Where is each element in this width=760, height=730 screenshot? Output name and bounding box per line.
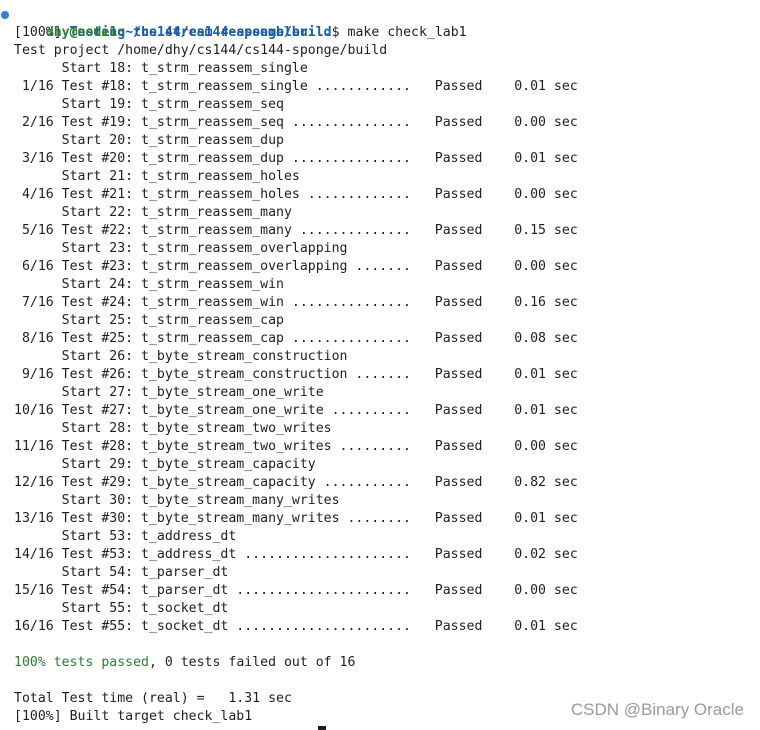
test-start-line: Start 22: t_strm_reassem_many	[14, 205, 292, 220]
test-result-line: 15/16 Test #54: t_parser_dt ............…	[14, 583, 578, 598]
prompt-separator: :	[117, 25, 126, 40]
test-start-line: Start 54: t_parser_dt	[14, 565, 229, 580]
test-start-line: Start 26: t_byte_stream_construction	[14, 349, 348, 364]
test-start-line: Start 28: t_byte_stream_two_writes	[14, 421, 332, 436]
test-start-line: Start 27: t_byte_stream_one_write	[14, 385, 324, 400]
test-start-line: Start 18: t_strm_reassem_single	[14, 61, 308, 76]
terminal-output: dhy@node1:~/cs144/cs144-sponge/build$ ma…	[1, 6, 760, 726]
prompt-dot-icon	[1, 11, 9, 19]
test-result-line: 4/16 Test #21: t_strm_reassem_holes ....…	[14, 187, 578, 202]
test-start-line: Start 25: t_strm_reassem_cap	[14, 313, 284, 328]
test-start-line: Start 55: t_socket_dt	[14, 601, 229, 616]
test-result-line: 6/16 Test #23: t_strm_reassem_overlappin…	[14, 259, 578, 274]
project-line: Test project /home/dhy/cs144/cs144-spong…	[14, 43, 388, 58]
test-start-line: Start 53: t_address_dt	[14, 529, 237, 544]
test-result-line: 10/16 Test #27: t_byte_stream_one_write …	[14, 403, 578, 418]
test-result-line: 9/16 Test #26: t_byte_stream_constructio…	[14, 367, 578, 382]
summary-line: 100% tests passed, 0 tests failed out of…	[14, 654, 760, 672]
test-result-line: 3/16 Test #20: t_strm_reassem_dup ......…	[14, 151, 578, 166]
test-result-line: 7/16 Test #24: t_strm_reassem_win ......…	[14, 295, 578, 310]
command-prompt-line: dhy@node1:~/cs144/cs144-sponge/build$ ma…	[1, 6, 760, 40]
test-start-line: Start 29: t_byte_stream_capacity	[14, 457, 316, 472]
prompt-symbol: $	[331, 25, 340, 40]
test-result-line: 8/16 Test #25: t_strm_reassem_cap ......…	[14, 331, 578, 346]
failed-summary: , 0 tests failed out of 16	[148, 655, 356, 670]
test-result-line: 14/16 Test #53: t_address_dt ...........…	[14, 547, 578, 562]
test-start-line: Start 23: t_strm_reassem_overlapping	[14, 241, 348, 256]
test-result-line: 12/16 Test #29: t_byte_stream_capacity .…	[14, 475, 578, 490]
test-result-line: 2/16 Test #19: t_strm_reassem_seq ......…	[14, 115, 578, 130]
test-start-line: Start 20: t_strm_reassem_dup	[14, 133, 284, 148]
test-start-line: Start 24: t_strm_reassem_win	[14, 277, 284, 292]
test-result-line: 16/16 Test #55: t_socket_dt ............…	[14, 619, 578, 634]
test-result-line: 11/16 Test #28: t_byte_stream_two_writes…	[14, 439, 578, 454]
test-start-line: Start 21: t_strm_reassem_holes	[14, 169, 300, 184]
test-start-line: Start 30: t_byte_stream_many_writes	[14, 493, 340, 508]
test-start-line: Start 19: t_strm_reassem_seq	[14, 97, 284, 112]
prompt-path: ~/cs144/cs144-sponge/build	[125, 25, 332, 40]
prompt-user-host: dhy@node1	[45, 25, 118, 40]
passed-summary: 100% tests passed	[14, 655, 149, 670]
test-list: Start 18: t_strm_reassem_single 1/16 Tes…	[14, 60, 760, 636]
watermark: CSDN @Binary Oracle	[570, 700, 744, 719]
command-text: make check_lab1	[339, 25, 467, 40]
test-result-line: 5/16 Test #22: t_strm_reassem_many .....…	[14, 223, 578, 238]
terminal-cursor	[318, 726, 326, 730]
test-result-line: 13/16 Test #30: t_byte_stream_many_write…	[14, 511, 578, 526]
test-result-line: 1/16 Test #18: t_strm_reassem_single ...…	[14, 79, 578, 94]
